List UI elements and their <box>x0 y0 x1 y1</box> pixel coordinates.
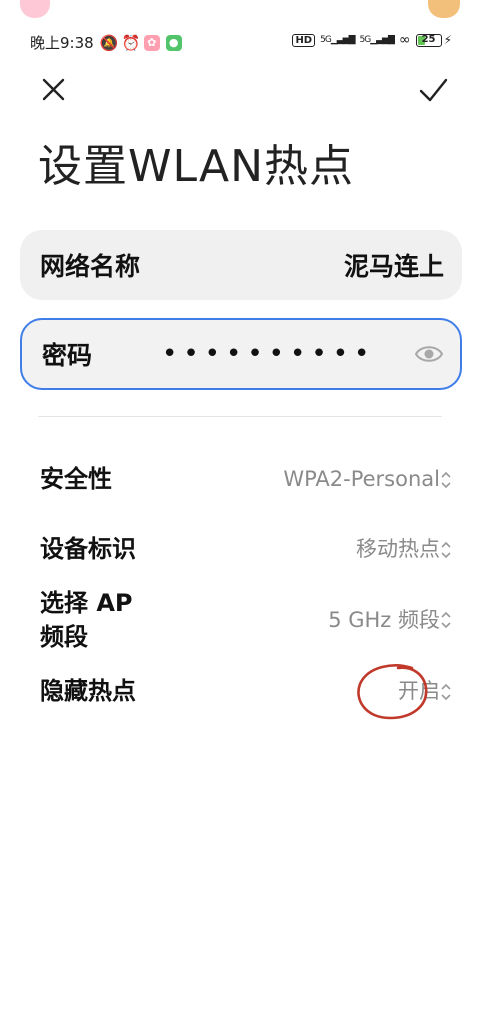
chevron-up-down-icon <box>441 611 451 629</box>
battery-icon: 25 ⚡ <box>415 33 452 47</box>
wechat-notification-icon: ● <box>165 34 182 51</box>
network-name-label: 网络名称 <box>40 252 141 281</box>
ap-band-label-line2: 频段 <box>40 623 88 651</box>
annotation-circle <box>357 664 428 720</box>
security-row[interactable]: 安全性 WPA2-Personal <box>0 462 480 498</box>
security-value[interactable]: WPA2-Personal <box>283 462 440 496</box>
app-notification-icon: ✿ <box>143 34 160 51</box>
alarm-icon: ⏰ <box>121 33 141 52</box>
ap-band-row[interactable]: 选择 AP 频段 5 GHz 频段 <box>0 586 480 658</box>
status-bar: 晚上9:38 🔕 ⏰ ✿ ● HD 5G▁▃▅▇ 5G▁▃▅▇ ∞ 25 ⚡ <box>0 24 480 60</box>
corner-decoration-left <box>20 0 50 18</box>
signal-icon-2: 5G▁▃▅▇ <box>359 35 395 45</box>
status-right: HD 5G▁▃▅▇ 5G▁▃▅▇ ∞ 25 ⚡ <box>292 32 452 48</box>
battery-level: 25 <box>421 33 436 45</box>
ap-band-label: 选择 AP 频段 <box>40 586 133 654</box>
device-id-row[interactable]: 设备标识 移动热点 <box>0 532 480 568</box>
link-icon: ∞ <box>398 32 411 48</box>
device-id-label: 设备标识 <box>40 535 136 563</box>
ap-band-label-line1: 选择 AP <box>40 589 133 617</box>
charging-icon: ⚡ <box>443 33 452 47</box>
chevron-up-down-icon <box>441 683 451 701</box>
network-name-value[interactable]: 泥马连上 <box>344 247 444 283</box>
corner-decoration-right <box>428 0 460 18</box>
status-time: 晚上9:38 <box>30 34 94 52</box>
chevron-up-down-icon <box>441 541 451 559</box>
battery-body: 25 <box>415 33 442 47</box>
hidden-hotspot-label: 隐藏热点 <box>40 677 136 705</box>
page-title: 设置WLAN热点 <box>38 141 355 192</box>
section-divider <box>38 416 442 417</box>
security-label: 安全性 <box>40 465 112 493</box>
password-label: 密码 <box>42 341 93 370</box>
hd-badge: HD <box>292 33 316 47</box>
check-icon[interactable] <box>414 72 452 108</box>
password-field[interactable]: 密码 •••••••••• <box>20 318 462 390</box>
close-icon[interactable] <box>36 72 72 108</box>
eye-icon[interactable] <box>414 342 444 366</box>
ap-band-value[interactable]: 5 GHz 频段 <box>328 603 440 637</box>
chevron-up-down-icon <box>441 471 451 489</box>
signal-1-text: 5G <box>320 35 332 45</box>
password-input[interactable]: •••••••••• <box>162 334 422 374</box>
bell-off-icon: 🔕 <box>99 33 119 52</box>
signal-icon-1: 5G▁▃▅▇ <box>320 35 355 45</box>
status-left: 晚上9:38 🔕 ⏰ ✿ ● <box>30 32 182 53</box>
network-name-field[interactable]: 网络名称 泥马连上 <box>20 230 462 300</box>
top-bar <box>0 70 480 110</box>
signal-2-text: 5G <box>359 35 372 45</box>
device-id-value[interactable]: 移动热点 <box>356 532 440 566</box>
